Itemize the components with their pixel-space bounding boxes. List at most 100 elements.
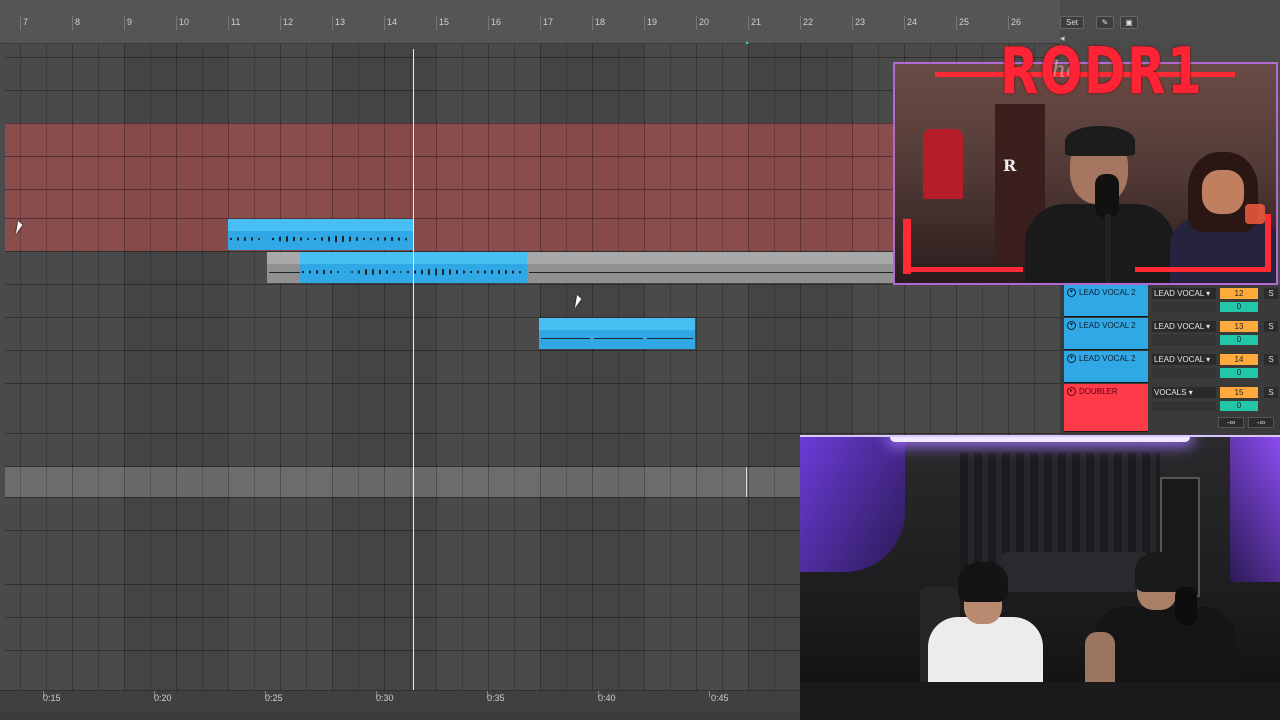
track-header[interactable]: ▾ LEAD VOCAL 2 (1064, 285, 1148, 317)
track-fold-icon[interactable]: ▾ (1067, 354, 1076, 364)
time-label: 0:15 (43, 693, 61, 703)
grid-line (254, 44, 255, 690)
track-divider (5, 57, 1060, 58)
grid-line (696, 44, 697, 690)
mic-arm (1105, 214, 1111, 283)
pan-value[interactable]: 0 (1220, 335, 1258, 345)
set-button[interactable]: Set (1060, 16, 1084, 29)
daw-window: 7 8 9 10 11 12 13 14 15 16 17 18 19 20 2… (0, 0, 1280, 720)
bar-ruler[interactable]: 7 8 9 10 11 12 13 14 15 16 17 18 19 20 2… (0, 0, 1138, 54)
clip-name: REC 28 (230, 220, 259, 229)
volume-left-readout[interactable]: -∞ (1218, 417, 1244, 428)
waveform (230, 235, 411, 243)
bar-tick (228, 16, 229, 30)
jersey-image (923, 129, 963, 199)
track-divider (5, 350, 1060, 351)
playhead[interactable] (413, 49, 414, 690)
track-name: DOUBLER (1079, 387, 1118, 396)
audio-clip[interactable]: REC 20 (539, 318, 592, 349)
grid-line (176, 44, 177, 690)
bar-tick (332, 16, 333, 30)
grid-line (124, 44, 125, 690)
routing-sub-select[interactable] (1152, 368, 1216, 378)
routing-label: VOCALS (1154, 388, 1187, 397)
solo-button[interactable]: S (1264, 321, 1278, 332)
person-hair (1135, 552, 1185, 592)
solo-button[interactable]: S (1264, 354, 1278, 365)
bar-number: 25 (959, 17, 970, 27)
routing-sub-select[interactable] (1152, 335, 1216, 345)
grid-line (280, 44, 281, 690)
waveform (594, 338, 643, 339)
end-marker[interactable] (746, 467, 747, 497)
grid-line (358, 44, 359, 690)
track-header[interactable]: ▸ DOUBLER (1064, 384, 1148, 432)
pan-value[interactable]: 0 (1220, 302, 1258, 312)
audio-clip[interactable]: RE REC 3 (527, 252, 905, 283)
track-number-button[interactable]: 14 (1220, 354, 1258, 365)
bar-number: 21 (751, 17, 762, 27)
grid-line (488, 44, 489, 690)
grid-line (46, 44, 47, 690)
bar-tick (124, 16, 125, 30)
bar-number: 18 (595, 17, 606, 27)
grid-line (202, 44, 203, 690)
channel-logo: RODR1 (1000, 35, 1204, 109)
track-number-button[interactable]: 15 (1220, 387, 1258, 398)
pan-value[interactable]: 0 (1220, 368, 1258, 378)
bar-number: 10 (179, 17, 190, 27)
wall-letter: R (1003, 156, 1017, 175)
bar-number: 11 (231, 17, 241, 27)
bar-tick (696, 16, 697, 30)
bar-tick (176, 16, 177, 30)
track-number-button[interactable]: 12 (1220, 288, 1258, 299)
volume-right-readout[interactable]: -∞ (1248, 417, 1274, 428)
solo-button[interactable]: S (1264, 387, 1278, 398)
bar-tick (384, 16, 385, 30)
pan-value[interactable]: 0 (1220, 401, 1258, 411)
time-label: 0:25 (265, 693, 283, 703)
track-fold-icon[interactable]: ▸ (1067, 387, 1076, 397)
highlighted-track-region[interactable] (5, 467, 805, 497)
pencil-icon[interactable]: ✎ (1096, 16, 1114, 29)
bottom-scrollbar[interactable] (0, 712, 800, 720)
routing-label: LEAD VOCAL (1154, 322, 1204, 331)
bar-number: 22 (803, 17, 814, 27)
bar-number: 20 (699, 17, 710, 27)
waveform (541, 338, 590, 339)
volume-readout: -∞ -∞ (1218, 417, 1280, 429)
output-routing-select[interactable]: VOCALS ▾ (1152, 387, 1216, 398)
audio-clip[interactable]: REC 28 (228, 219, 413, 250)
routing-label: LEAD VOCAL (1154, 289, 1204, 298)
selected-track-region[interactable] (5, 123, 905, 251)
solo-button[interactable]: S (1264, 288, 1278, 299)
track-divider (5, 317, 1060, 318)
grid-line (384, 44, 385, 690)
audio-clip[interactable]: REC 20 (645, 318, 695, 349)
microphone-icon (1175, 587, 1197, 625)
bar-tick (488, 16, 489, 30)
output-routing-select[interactable]: LEAD VOCAL ▾ (1152, 354, 1216, 365)
grid-line (566, 44, 567, 690)
grid-line (228, 44, 229, 690)
track-header[interactable]: ▾ LEAD VOCAL 2 (1064, 318, 1148, 350)
lock-icon[interactable]: ▣ (1120, 16, 1138, 29)
grid-line (644, 44, 645, 690)
output-routing-select[interactable]: LEAD VOCAL ▾ (1152, 288, 1216, 299)
audio-clip[interactable]: REC 20 (592, 318, 645, 349)
mixer-track-row: ▾ LEAD VOCAL 2 LEAD VOCAL ▾ 12 0 S (1060, 285, 1280, 318)
track-fold-icon[interactable]: ▾ (1067, 288, 1076, 298)
routing-sub-select[interactable] (1152, 302, 1216, 312)
track-fold-icon[interactable]: ▾ (1067, 321, 1076, 331)
bar-tick (1008, 16, 1009, 30)
routing-sub-select[interactable] (1152, 401, 1216, 411)
output-routing-select[interactable]: LEAD VOCAL ▾ (1152, 321, 1216, 332)
time-label: 0:40 (598, 693, 616, 703)
grid-line (462, 44, 463, 690)
bar-tick (72, 16, 73, 30)
track-divider (5, 383, 1060, 384)
track-number-button[interactable]: 13 (1220, 321, 1258, 332)
bar-number: 15 (439, 17, 450, 27)
track-name: LEAD VOCAL 2 (1079, 288, 1136, 297)
track-header[interactable]: ▾ LEAD VOCAL 2 (1064, 351, 1148, 383)
